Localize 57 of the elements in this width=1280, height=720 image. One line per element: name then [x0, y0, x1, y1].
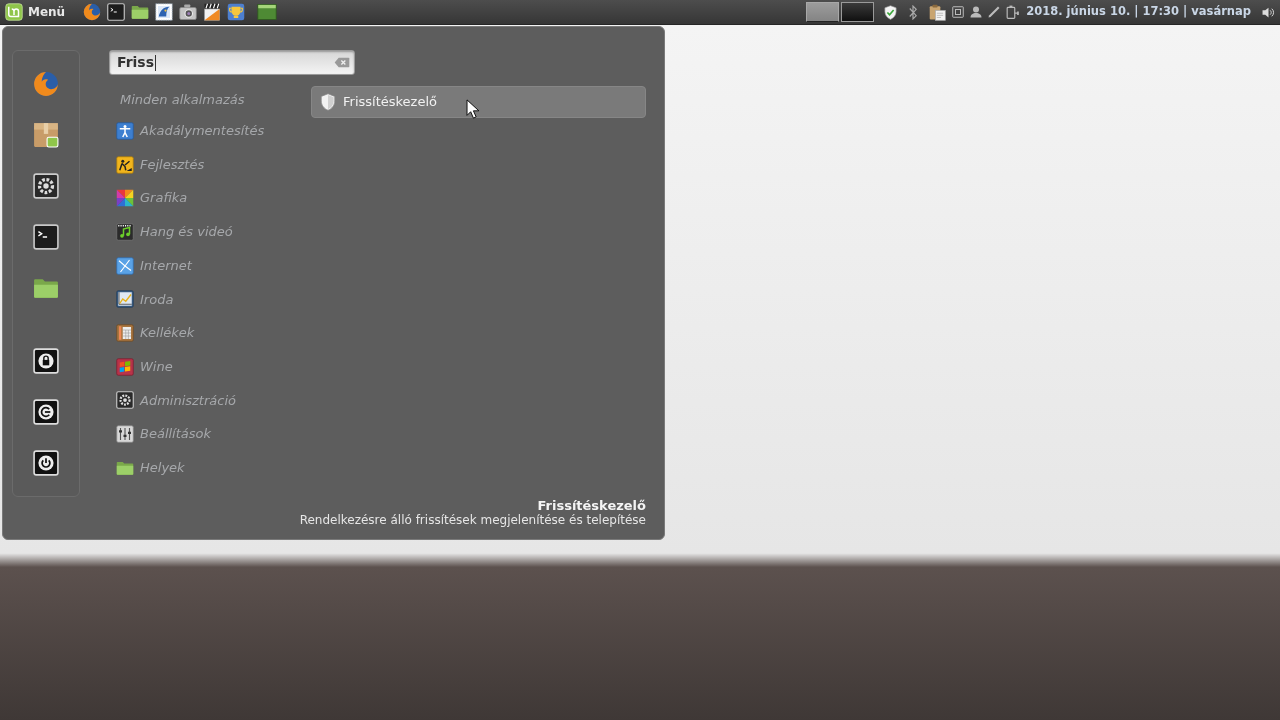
workspace-button[interactable] [841, 2, 875, 22]
bluetooth-icon[interactable] [909, 4, 918, 20]
category-item[interactable]: Adminisztráció [109, 383, 311, 418]
terminal-icon[interactable] [107, 3, 126, 21]
application-result[interactable]: Frissítéskezelő [311, 86, 646, 118]
globe-icon[interactable] [33, 71, 59, 97]
search-field[interactable]: Friss [109, 50, 355, 75]
text-cursor-icon [155, 54, 157, 71]
battery-icon[interactable] [1006, 5, 1021, 19]
sliders-icon [116, 425, 134, 444]
music-note-icon [116, 222, 134, 241]
category-item[interactable]: Beállítások [109, 417, 311, 451]
lock-icon[interactable] [33, 348, 59, 374]
gear-icon[interactable] [33, 173, 59, 199]
category-item[interactable]: Grafika [109, 181, 311, 216]
shield-check-icon[interactable] [883, 4, 899, 20]
package-icon[interactable] [33, 122, 59, 148]
clapperboard-icon[interactable] [203, 3, 222, 21]
speaker-icon[interactable] [1262, 5, 1275, 19]
category-item[interactable]: Wine [109, 349, 311, 384]
category-item[interactable]: Iroda [109, 282, 311, 317]
stamp-icon[interactable] [155, 3, 174, 21]
category-item[interactable]: Hang és videó [109, 215, 311, 249]
flag-icon [116, 357, 134, 376]
clipboard-icon[interactable] [929, 3, 947, 21]
workspace-button[interactable] [806, 2, 840, 22]
pen-icon[interactable] [988, 6, 1001, 18]
category-item[interactable]: Akadálymentesítés [109, 114, 311, 148]
trophy-icon[interactable] [227, 3, 246, 21]
description-title: Frissítéskezelő [537, 498, 646, 513]
accessibility-icon [116, 121, 134, 140]
gear-icon [116, 391, 134, 410]
user-icon[interactable] [970, 6, 983, 18]
network-icon [116, 256, 134, 275]
logo-icon [5, 3, 23, 21]
worker-sign-icon [116, 155, 134, 174]
category-item[interactable]: Kellékek [109, 316, 311, 350]
shield-icon [319, 93, 337, 111]
menu-button[interactable]: Menü [4, 1, 67, 23]
globe-icon[interactable] [83, 3, 102, 21]
description-text: Rendelkezésre álló frissítések megjelenítése és telepítése [299, 513, 646, 528]
mouse-pointer-icon [466, 99, 479, 119]
camera-icon[interactable] [179, 3, 198, 21]
category-item[interactable]: Helyek [109, 450, 311, 485]
clock-text[interactable]: 2018. június 10. | 17:30 | vasárnap [1026, 3, 1251, 21]
category-item[interactable]: Internet [109, 248, 311, 283]
window-icon[interactable] [257, 2, 278, 22]
all-applications-item[interactable]: Minden alkalmazás [109, 86, 311, 114]
color-wheel-icon [116, 189, 134, 208]
calculator-icon [116, 323, 134, 342]
power-icon[interactable] [33, 450, 59, 476]
category-item[interactable]: Fejlesztés [109, 147, 311, 182]
frame-icon[interactable] [952, 6, 965, 18]
logout-icon[interactable] [33, 399, 59, 425]
terminal-icon[interactable] [33, 224, 59, 250]
chart-icon [116, 290, 134, 309]
folder-icon[interactable] [131, 3, 150, 21]
